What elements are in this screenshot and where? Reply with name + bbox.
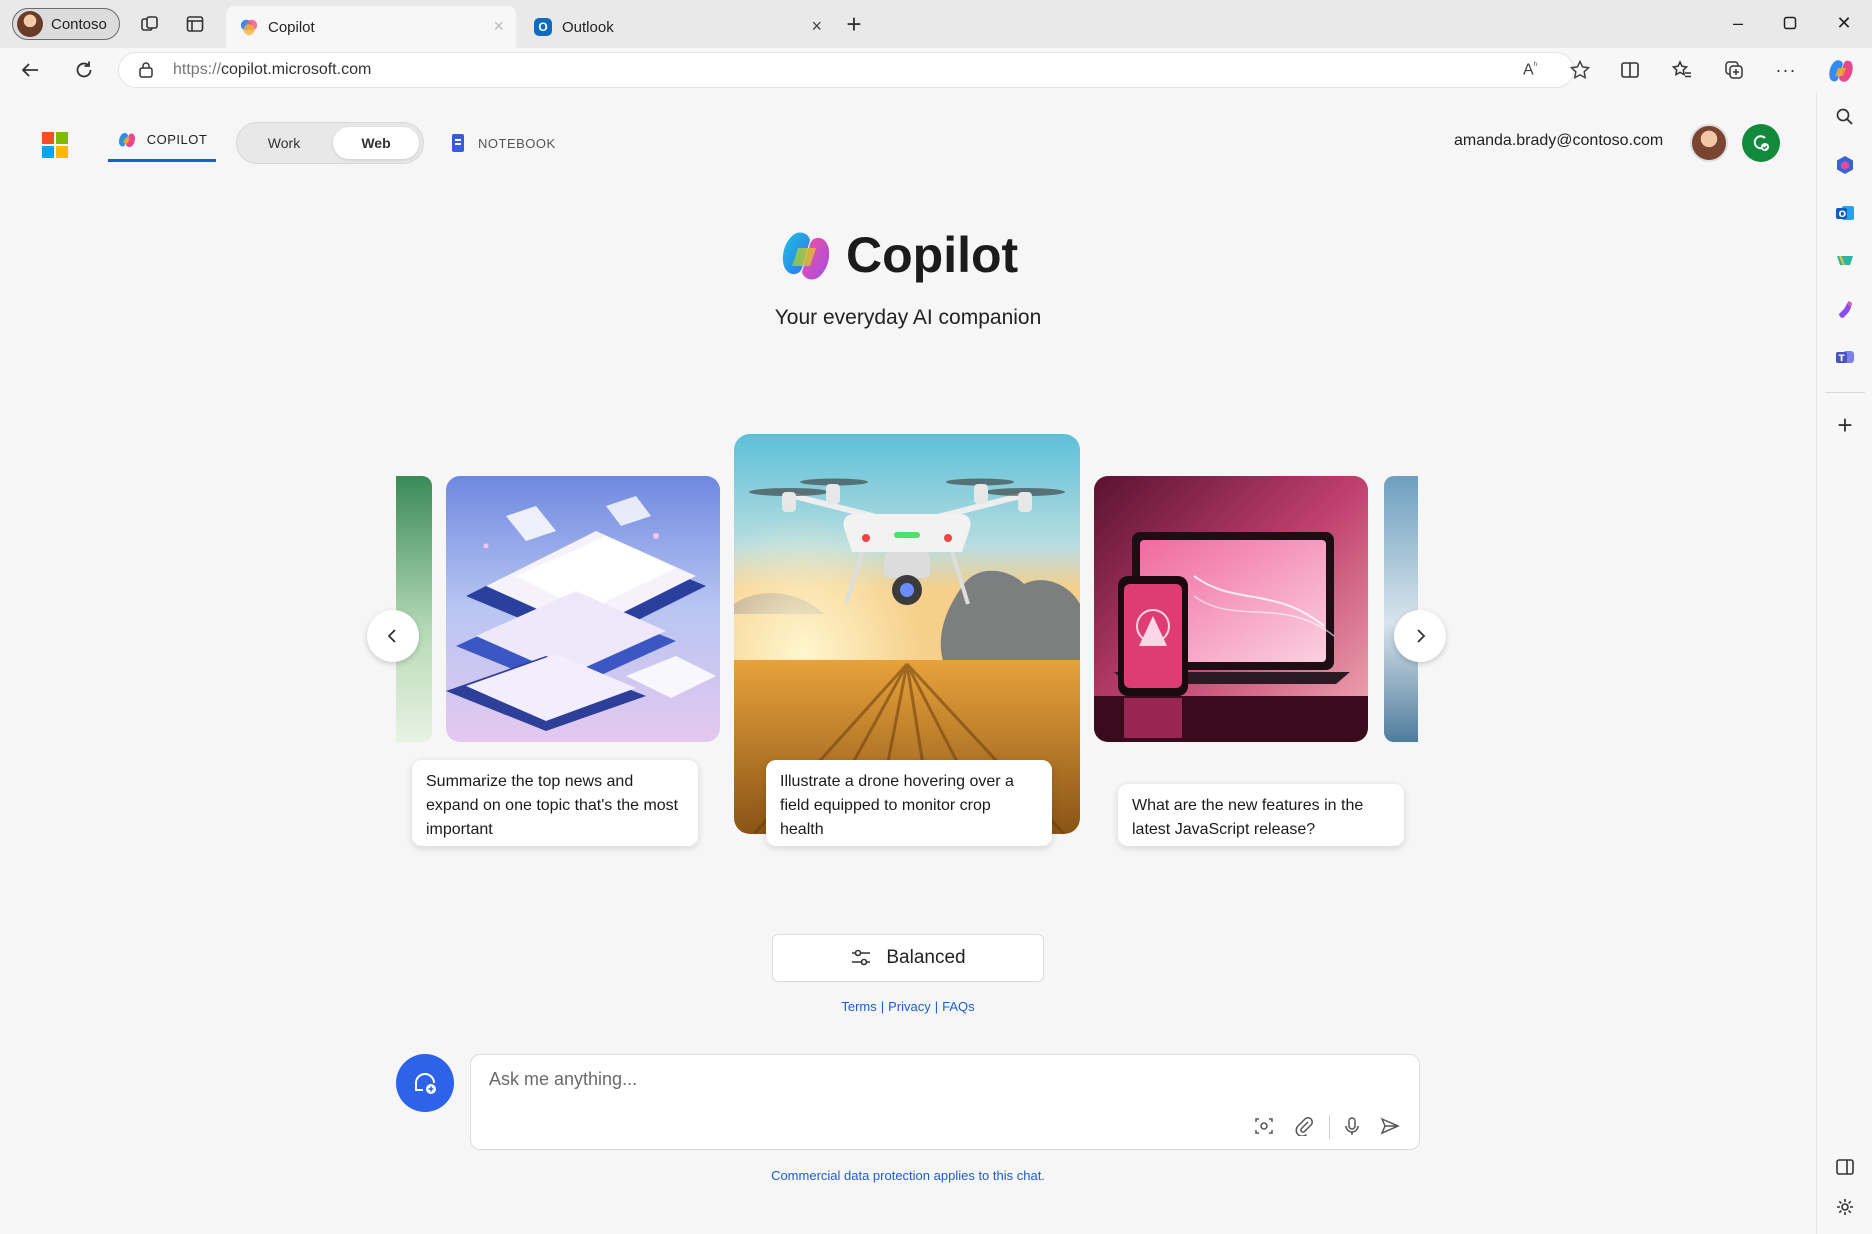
chat-composer[interactable]: Ask me anything... bbox=[470, 1054, 1420, 1150]
shopping-icon[interactable] bbox=[1830, 246, 1860, 276]
copilot-sidebar-icon[interactable] bbox=[1824, 54, 1858, 88]
user-email: amanda.brady@contoso.com bbox=[1454, 132, 1664, 149]
card-image-devices[interactable] bbox=[1094, 476, 1368, 742]
privacy-link[interactable]: Privacy bbox=[888, 999, 931, 1014]
settings-gear-icon[interactable] bbox=[1830, 1192, 1860, 1222]
close-tab-icon[interactable]: × bbox=[493, 16, 504, 37]
new-tab-icon[interactable]: + bbox=[840, 9, 868, 39]
more-options-icon[interactable]: ··· bbox=[1772, 56, 1800, 84]
tab-outlook[interactable]: O Outlook × bbox=[520, 6, 834, 48]
refresh-icon[interactable] bbox=[70, 56, 98, 84]
composer-divider bbox=[1329, 1115, 1330, 1139]
designer-icon[interactable] bbox=[1830, 294, 1860, 324]
copilot-hero-logo-icon bbox=[782, 232, 830, 280]
split-screen-icon[interactable] bbox=[1616, 56, 1644, 84]
faqs-link[interactable]: FAQs bbox=[942, 999, 975, 1014]
svg-text:O: O bbox=[1839, 210, 1847, 220]
edge-sidebar: O T + bbox=[1816, 92, 1872, 1234]
tab-label: Outlook bbox=[562, 18, 614, 36]
tab-label: Copilot bbox=[268, 18, 315, 36]
attach-icon[interactable] bbox=[1291, 1113, 1317, 1139]
workspaces-icon[interactable] bbox=[136, 10, 164, 38]
chat-input-placeholder[interactable]: Ask me anything... bbox=[489, 1069, 637, 1090]
url-text: https://copilot.microsoft.com bbox=[173, 61, 372, 78]
microsoft365-icon[interactable] bbox=[1830, 150, 1860, 180]
copilot-page: COPILOT Work Web NOTEBOOK amanda.brady@c… bbox=[0, 92, 1816, 1234]
card-caption-news[interactable]: Summarize the top news and expand on one… bbox=[412, 760, 698, 846]
new-chat-icon bbox=[415, 1073, 436, 1094]
work-web-toggle[interactable]: Work Web bbox=[236, 122, 424, 164]
toolbar: https://copilot.microsoft.com Aʰ ··· bbox=[0, 48, 1872, 92]
toggle-web[interactable]: Web bbox=[333, 127, 419, 159]
hero-subtitle: Your everyday AI companion bbox=[774, 306, 1042, 329]
search-icon[interactable] bbox=[1830, 102, 1860, 132]
back-icon[interactable] bbox=[16, 56, 44, 84]
conversation-style-label: Balanced bbox=[886, 947, 966, 968]
account-badge-icon[interactable] bbox=[1742, 124, 1780, 162]
maximize-icon[interactable] bbox=[1772, 8, 1808, 38]
sidebar-divider bbox=[1825, 392, 1865, 393]
user-avatar[interactable] bbox=[1690, 124, 1728, 162]
favorite-star-icon[interactable] bbox=[1569, 59, 1591, 86]
footer-links: Terms | Privacy | FAQs bbox=[841, 999, 975, 1014]
microsoft-logo-icon[interactable] bbox=[42, 132, 68, 158]
profile-label: Contoso bbox=[51, 15, 107, 33]
notebook-icon bbox=[452, 134, 464, 152]
profile-avatar bbox=[17, 11, 43, 37]
collections-icon[interactable] bbox=[1720, 56, 1748, 84]
card-caption-drone[interactable]: Illustrate a drone hovering over a field… bbox=[766, 760, 1052, 846]
card-image-documents[interactable] bbox=[446, 476, 720, 742]
tab-copilot[interactable]: Copilot × bbox=[226, 6, 516, 48]
tab-actions-icon[interactable] bbox=[181, 10, 209, 38]
address-bar[interactable]: https://copilot.microsoft.com Aʰ bbox=[118, 52, 1591, 88]
outlook-favicon-icon: O bbox=[534, 18, 552, 36]
conversation-style-button[interactable]: Balanced bbox=[772, 934, 1044, 982]
new-topic-button[interactable] bbox=[396, 1054, 454, 1112]
read-aloud-icon[interactable]: Aʰ bbox=[1523, 60, 1537, 79]
carousel-prev-button[interactable] bbox=[367, 610, 419, 662]
hide-sidebar-icon[interactable] bbox=[1830, 1152, 1860, 1182]
copilot-logo-icon bbox=[118, 132, 135, 147]
data-protection-notice[interactable]: Commercial data protection applies to th… bbox=[0, 1168, 1816, 1183]
close-window-icon[interactable]: ✕ bbox=[1826, 8, 1862, 38]
toggle-work[interactable]: Work bbox=[241, 127, 327, 159]
browser-tab-bar: Contoso Copilot × O Outlook × + – ✕ bbox=[0, 0, 1872, 48]
send-icon[interactable] bbox=[1377, 1113, 1403, 1139]
carousel-peek-right bbox=[1384, 476, 1418, 742]
sliders-icon bbox=[852, 949, 871, 966]
copilot-favicon-icon bbox=[240, 19, 258, 36]
hero-title: Copilot bbox=[846, 227, 1019, 283]
terms-link[interactable]: Terms bbox=[841, 999, 876, 1014]
nav-copilot-label: COPILOT bbox=[146, 132, 208, 147]
profile-button[interactable]: Contoso bbox=[12, 8, 120, 40]
minimize-icon[interactable]: – bbox=[1720, 8, 1756, 38]
close-tab-icon[interactable]: × bbox=[811, 16, 822, 37]
chevron-right-icon bbox=[1417, 629, 1426, 643]
chevron-left-icon bbox=[387, 629, 396, 643]
favorites-icon[interactable] bbox=[1668, 56, 1696, 84]
card-caption-javascript[interactable]: What are the new features in the latest … bbox=[1118, 784, 1404, 846]
outlook-icon[interactable]: O bbox=[1830, 198, 1860, 228]
add-app-icon[interactable]: + bbox=[1830, 410, 1860, 440]
nav-copilot-tab[interactable]: COPILOT bbox=[108, 120, 216, 162]
microphone-icon[interactable] bbox=[1339, 1113, 1365, 1139]
nav-notebook-label: NOTEBOOK bbox=[478, 135, 556, 151]
nav-notebook-tab[interactable]: NOTEBOOK bbox=[452, 128, 556, 158]
visual-search-icon[interactable] bbox=[1251, 1113, 1277, 1139]
teams-icon[interactable]: T bbox=[1830, 342, 1860, 372]
carousel-peek-left bbox=[396, 476, 432, 742]
carousel-next-button[interactable] bbox=[1394, 610, 1446, 662]
svg-text:T: T bbox=[1839, 354, 1846, 364]
lock-icon[interactable] bbox=[137, 61, 155, 84]
